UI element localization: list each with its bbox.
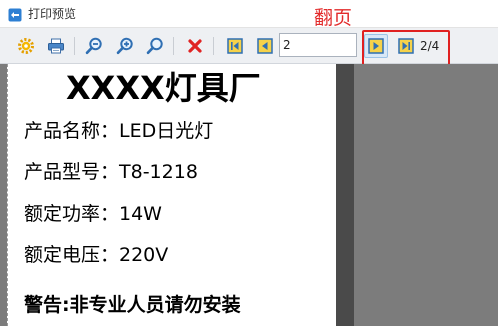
printer-icon <box>48 38 64 54</box>
preview-area[interactable]: XXXX灯具厂 产品名称：LED日光灯 产品型号：T8-1218 额定功率：14… <box>0 64 498 326</box>
page-number-input[interactable] <box>279 33 357 57</box>
window-title: 打印预览 <box>28 7 77 21</box>
next-page-icon <box>368 38 384 54</box>
toolbar-separator <box>173 37 174 55</box>
close-button[interactable] <box>183 34 207 58</box>
zoom-fit-button[interactable] <box>143 34 167 58</box>
first-page-icon <box>227 38 243 54</box>
warning-text: 警告:非专业人员请勿安装 <box>24 294 241 316</box>
zoom-out-icon <box>85 37 102 55</box>
zoom-icon <box>146 37 163 55</box>
print-preview-app-icon <box>8 8 22 22</box>
last-page-button[interactable] <box>394 34 418 58</box>
gear-icon <box>18 38 34 54</box>
close-icon <box>188 39 202 53</box>
toolbar: 2/4 <box>0 28 498 64</box>
page-turn-annotation: 翻页 <box>314 7 353 29</box>
rated-voltage-line: 额定电压：220V <box>24 244 169 266</box>
document-title: XXXX灯具厂 <box>66 69 261 107</box>
page-shadow <box>336 64 354 326</box>
next-page-button[interactable] <box>364 34 388 58</box>
prev-page-button[interactable] <box>253 34 277 58</box>
settings-button[interactable] <box>14 34 38 58</box>
zoom-in-icon <box>116 37 133 55</box>
document-page: XXXX灯具厂 产品名称：LED日光灯 产品型号：T8-1218 额定功率：14… <box>7 64 336 326</box>
product-model-line: 产品型号：T8-1218 <box>24 161 198 183</box>
prev-page-icon <box>257 38 273 54</box>
last-page-icon <box>398 38 414 54</box>
first-page-button[interactable] <box>223 34 247 58</box>
product-name-line: 产品名称：LED日光灯 <box>24 120 214 142</box>
toolbar-separator <box>74 37 75 55</box>
title-bar: 打印预览 翻页 <box>0 0 498 29</box>
page-count: 2/4 <box>420 39 440 53</box>
rated-power-line: 额定功率：14W <box>24 203 162 225</box>
zoom-out-button[interactable] <box>82 34 106 58</box>
toolbar-separator <box>213 37 214 55</box>
print-button[interactable] <box>44 34 68 58</box>
zoom-in-button[interactable] <box>113 34 137 58</box>
